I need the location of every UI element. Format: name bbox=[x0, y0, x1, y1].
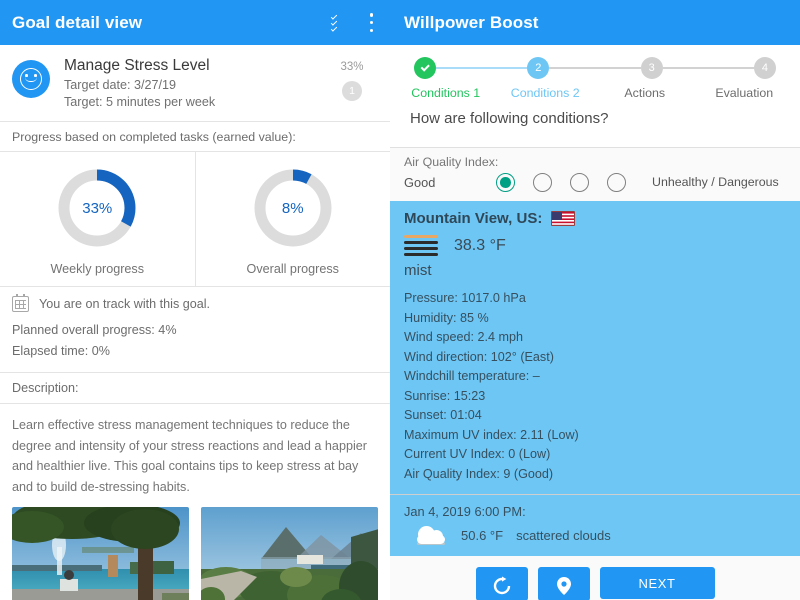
aqi-title: Air Quality Index: bbox=[404, 155, 499, 169]
calendar-icon bbox=[12, 293, 29, 312]
step-3-label[interactable]: Actions bbox=[595, 86, 695, 100]
goal-percent: 33% bbox=[340, 61, 364, 73]
weather-detail-windspeed: Wind speed: 2.4 mph bbox=[404, 330, 524, 344]
overall-progress-donut: 8% bbox=[249, 164, 337, 252]
step-2-label[interactable]: Conditions 2 bbox=[496, 86, 596, 100]
description-body: Learn effective stress management techni… bbox=[12, 418, 367, 494]
weather-detail-cur-uv: Current UV Index: 0 (Low) bbox=[404, 447, 551, 461]
cloud-icon bbox=[414, 525, 448, 545]
forecast-card: Jan 4, 2019 6:00 PM: 50.6 °F scattered c… bbox=[390, 494, 800, 556]
weekly-progress-card[interactable]: 33% Weekly progress bbox=[0, 152, 195, 286]
aqi-radio-3[interactable] bbox=[570, 173, 589, 192]
on-track-text: You are on track with this goal. bbox=[39, 297, 211, 311]
goal-target-date: Target date: 3/27/19 bbox=[64, 78, 177, 92]
goal-text-block: Manage Stress Level Target date: 3/27/19… bbox=[50, 57, 326, 111]
weekly-progress-value: 33% bbox=[82, 199, 113, 217]
forecast-datetime: Jan 4, 2019 6:00 PM: bbox=[404, 504, 526, 519]
weather-detail-winddir: Wind direction: 102° (East) bbox=[404, 349, 554, 364]
step-2-dot[interactable]: 2 bbox=[527, 57, 550, 79]
aqi-radio-group bbox=[496, 173, 626, 192]
stepper-connector-1 bbox=[436, 67, 528, 69]
photo-gallery bbox=[0, 507, 390, 600]
page-title: Goal detail view bbox=[12, 12, 143, 32]
weather-detail-sunrise: Sunrise: 15:23 bbox=[404, 388, 486, 403]
goal-badge: 1 bbox=[342, 81, 362, 101]
aqi-radio-4[interactable] bbox=[607, 173, 626, 192]
location-button[interactable] bbox=[537, 567, 590, 600]
overall-progress-card[interactable]: 8% Overall progress bbox=[194, 152, 391, 286]
forecast-condition: scattered clouds bbox=[516, 527, 611, 543]
refresh-button[interactable] bbox=[475, 567, 528, 600]
progress-donuts: 33% Weekly progress 8% Overall progress bbox=[0, 151, 390, 287]
weekly-progress-donut: 33% bbox=[53, 164, 141, 252]
step-1-dot[interactable] bbox=[414, 57, 436, 79]
dual-app-screenshot: Goal detail view Manage Stress Level Tar… bbox=[0, 0, 800, 600]
overall-progress-value: 8% bbox=[281, 199, 304, 217]
right-app-bar: Willpower Boost bbox=[390, 0, 800, 45]
goal-header[interactable]: Manage Stress Level Target date: 3/27/19… bbox=[0, 45, 390, 121]
aqi-radio-2[interactable] bbox=[533, 173, 552, 192]
air-quality-question: Air Quality Index: Good Unhealthy / Dang… bbox=[390, 147, 800, 201]
weather-condition: mist bbox=[404, 262, 432, 279]
lake-fountain-photo[interactable] bbox=[12, 507, 189, 600]
step-4-dot[interactable]: 4 bbox=[753, 57, 776, 79]
weather-detail-windchill: Windchill temperature: – bbox=[404, 369, 540, 383]
smiley-face-icon bbox=[12, 60, 50, 98]
step-4-label[interactable]: Evaluation bbox=[695, 86, 795, 100]
current-weather-card: Mountain View, US: 38.3 °F mist Pressure… bbox=[390, 201, 800, 494]
weather-detail-sunset: Sunset: 01:04 bbox=[404, 408, 482, 422]
progress-caption: Progress based on completed tasks (earne… bbox=[0, 121, 390, 151]
aqi-high-label: Unhealthy / Dangerous bbox=[652, 175, 779, 189]
mountain-garden-photo[interactable] bbox=[201, 507, 378, 600]
weather-city-row: Mountain View, US: bbox=[404, 210, 786, 227]
goal-metrics: 33% 1 bbox=[326, 57, 378, 101]
refresh-icon bbox=[493, 576, 510, 595]
weather-city-label: Mountain View, US: bbox=[404, 210, 543, 227]
wizard-stepper: 2 3 4 Conditions 1 Conditions 2 Actions … bbox=[390, 45, 800, 147]
step-1-label[interactable]: Conditions 1 bbox=[396, 86, 496, 100]
us-flag-icon bbox=[551, 211, 576, 226]
weather-details: Pressure: 1017.0 hPa Humidity: 85 % Wind… bbox=[404, 289, 786, 484]
question-text: How are following conditions? bbox=[396, 100, 794, 139]
goal-title: Manage Stress Level bbox=[64, 57, 210, 74]
weather-temperature: 38.3 °F bbox=[454, 237, 506, 254]
stepper-labels: Conditions 1 Conditions 2 Actions Evalua… bbox=[396, 79, 794, 100]
goal-target: Target: 5 minutes per week bbox=[64, 95, 216, 109]
stepper-connector-2 bbox=[549, 67, 641, 69]
description-header: Description: bbox=[0, 372, 390, 404]
more-vertical-icon[interactable] bbox=[369, 13, 374, 32]
stepper-connector-3 bbox=[662, 67, 754, 69]
next-button[interactable]: NEXT bbox=[599, 567, 715, 599]
goal-detail-app: Goal detail view Manage Stress Level Tar… bbox=[0, 0, 390, 600]
weekly-progress-label: Weekly progress bbox=[50, 262, 145, 276]
willpower-boost-app: Willpower Boost 2 3 4 Conditions 1 Condi… bbox=[390, 0, 800, 600]
aqi-radio-1[interactable] bbox=[496, 173, 515, 192]
app-bar-actions bbox=[330, 12, 378, 32]
action-bar: NEXT bbox=[390, 556, 800, 600]
elapsed-time-text: Elapsed time: 0% bbox=[12, 344, 111, 358]
overall-progress-label: Overall progress bbox=[246, 262, 339, 276]
forecast-temperature: 50.6 °F bbox=[461, 527, 504, 543]
planned-progress-text: Planned overall progress: 4% bbox=[12, 323, 177, 337]
weather-detail-humidity: Humidity: 85 % bbox=[404, 310, 489, 325]
weather-detail-aqi: Air Quality Index: 9 (Good) bbox=[404, 466, 554, 481]
step-3-dot[interactable]: 3 bbox=[640, 57, 663, 79]
weather-temp-row: 38.3 °F bbox=[404, 233, 786, 259]
mist-icon bbox=[404, 233, 438, 259]
location-pin-icon bbox=[556, 577, 571, 595]
weather-detail-pressure: Pressure: 1017.0 hPa bbox=[404, 291, 526, 305]
right-page-title: Willpower Boost bbox=[404, 12, 539, 32]
stepper-dots: 2 3 4 bbox=[396, 57, 794, 79]
aqi-low-label: Good bbox=[404, 175, 436, 190]
weather-detail-max-uv: Maximum UV index: 2.11 (Low) bbox=[404, 427, 579, 442]
checklist-icon[interactable] bbox=[330, 12, 351, 32]
left-app-bar: Goal detail view bbox=[0, 0, 390, 45]
status-block: You are on track with this goal. Planned… bbox=[0, 287, 390, 372]
